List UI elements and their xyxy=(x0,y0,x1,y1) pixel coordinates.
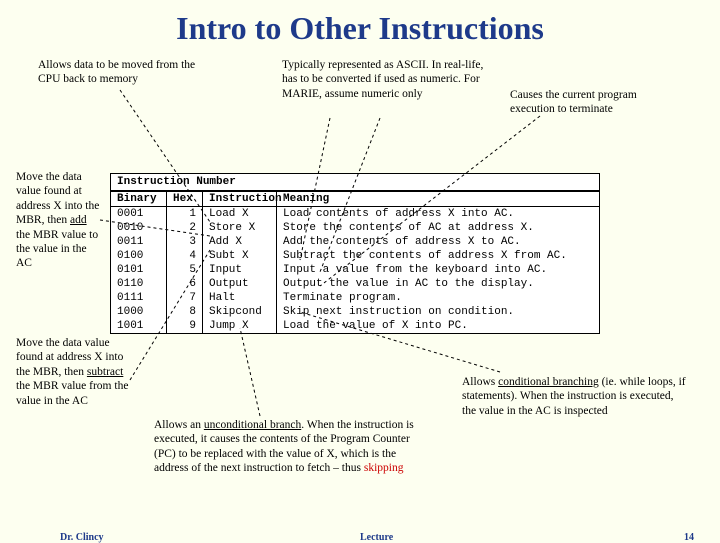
cell-c3: Load X xyxy=(203,207,277,221)
cell-c4: Output the value in AC to the display. xyxy=(277,277,599,291)
cell-c4: Skip next instruction on condition. xyxy=(277,305,599,319)
emph: add xyxy=(70,214,87,226)
cell-c1: 0011 xyxy=(111,235,167,249)
cell-c2: 4 xyxy=(167,249,203,263)
note-halt: Causes the current program execution to … xyxy=(510,88,680,117)
cell-c3: Input xyxy=(203,263,277,277)
note-subt: Move the data value found at address X i… xyxy=(16,336,136,408)
table-row: 10019Jump XLoad the value of X into PC. xyxy=(111,319,599,333)
cell-c2: 9 xyxy=(167,319,203,333)
cell-c2: 5 xyxy=(167,263,203,277)
emph: subtract xyxy=(87,366,123,378)
cell-c1: 0100 xyxy=(111,249,167,263)
table-row: 00102Store XStore the contents of AC at … xyxy=(111,221,599,235)
footer-center: Lecture xyxy=(360,532,393,543)
text: the MBR value to the value in the AC xyxy=(16,229,98,270)
cell-c2: 1 xyxy=(167,207,203,221)
th-binary: Binary xyxy=(111,192,167,206)
cell-c1: 0101 xyxy=(111,263,167,277)
u: unconditional branch xyxy=(204,419,301,431)
cell-c4: Input a value from the keyboard into AC. xyxy=(277,263,599,277)
cell-c3: Store X xyxy=(203,221,277,235)
cell-c2: 7 xyxy=(167,291,203,305)
cell-c4: Load the value of X into PC. xyxy=(277,319,599,333)
cell-c3: Skipcond xyxy=(203,305,277,319)
table-row: 01106OutputOutput the value in AC to the… xyxy=(111,277,599,291)
cell-c3: Jump X xyxy=(203,319,277,333)
th-instruction: Instruction xyxy=(203,192,277,206)
note-store: Allows data to be moved from the CPU bac… xyxy=(38,58,214,87)
cell-c2: 8 xyxy=(167,305,203,319)
text: Allows an xyxy=(154,419,204,431)
footer-author: Dr. Clincy xyxy=(60,532,104,543)
cell-c2: 3 xyxy=(167,235,203,249)
note-add: Move the data value found at address X i… xyxy=(16,170,100,271)
cell-c1: 0111 xyxy=(111,291,167,305)
cell-c4: Terminate program. xyxy=(277,291,599,305)
cell-c4: Load contents of address X into AC. xyxy=(277,207,599,221)
slide-title: Intro to Other Instructions xyxy=(0,0,720,53)
cell-c1: 1000 xyxy=(111,305,167,319)
u: conditional branching xyxy=(498,376,599,388)
table-row: 01015InputInput a value from the keyboar… xyxy=(111,263,599,277)
table-row: 00113Add XAdd the contents of address X … xyxy=(111,235,599,249)
cell-c4: Subtract the contents of address X from … xyxy=(277,249,599,263)
cell-c1: 0001 xyxy=(111,207,167,221)
cell-c4: Store the contents of AC at address X. xyxy=(277,221,599,235)
table-row: 01117HaltTerminate program. xyxy=(111,291,599,305)
instruction-table: Instruction Number Binary Hex Instructio… xyxy=(110,173,600,334)
th-hex: Hex xyxy=(167,192,203,206)
th-meaning: Meaning xyxy=(277,192,599,206)
table-row: 10008SkipcondSkip next instruction on co… xyxy=(111,305,599,319)
cell-c2: 6 xyxy=(167,277,203,291)
table-row: 01004Subt XSubtract the contents of addr… xyxy=(111,249,599,263)
text: Allows xyxy=(462,376,498,388)
cell-c3: Output xyxy=(203,277,277,291)
table-header-row: Binary Hex Instruction Meaning xyxy=(111,191,599,207)
cell-c1: 1001 xyxy=(111,319,167,333)
footer-page: 14 xyxy=(684,532,694,543)
cell-c1: 0010 xyxy=(111,221,167,235)
text: the MBR value from the value in the AC xyxy=(16,380,128,406)
emph: skipping xyxy=(364,462,404,474)
cell-c3: Add X xyxy=(203,235,277,249)
cell-c4: Add the contents of address X to AC. xyxy=(277,235,599,249)
cell-c3: Halt xyxy=(203,291,277,305)
note-jump: Allows an unconditional branch. When the… xyxy=(154,418,414,476)
cell-c2: 2 xyxy=(167,221,203,235)
table-group-header: Instruction Number xyxy=(111,174,599,191)
table-row: 00011Load XLoad contents of address X in… xyxy=(111,207,599,221)
cell-c3: Subt X xyxy=(203,249,277,263)
note-io: Typically represented as ASCII. In real-… xyxy=(282,58,484,101)
cell-c1: 0110 xyxy=(111,277,167,291)
note-skipcond: Allows conditional branching (ie. while … xyxy=(462,375,690,418)
